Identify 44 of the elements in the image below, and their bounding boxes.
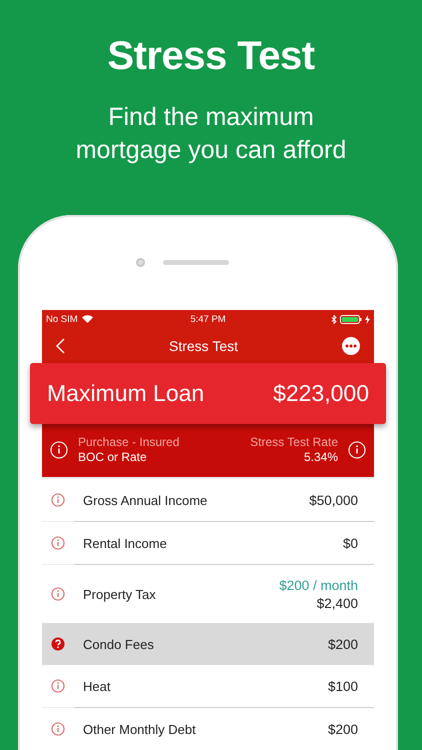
row-label: Rental Income — [83, 536, 168, 550]
row-label: Gross Annual Income — [83, 492, 208, 508]
input-row[interactable]: Other Monthly Debt $200 — [42, 708, 374, 750]
carrier-text: No SIM — [46, 314, 78, 324]
status-time: 5:47 PM — [190, 314, 226, 324]
more-icon[interactable] — [342, 336, 360, 354]
input-row[interactable]: Heat $100 — [42, 665, 374, 707]
speaker-grille — [162, 260, 228, 265]
info-icon[interactable] — [51, 536, 65, 550]
row-value: $2,400 — [316, 596, 358, 610]
info-icon[interactable] — [51, 679, 65, 693]
row-value: $50,000 — [309, 492, 358, 508]
info-icon[interactable] — [51, 493, 65, 507]
help-icon[interactable] — [51, 637, 65, 651]
subtitle: Find the maximum mortgage you can afford — [74, 102, 348, 166]
back-icon[interactable] — [56, 338, 65, 354]
rate-label: Stress Test Rate — [250, 435, 338, 449]
row-value: $0 — [342, 536, 358, 550]
monthly-amount: $200 / month — [279, 578, 358, 592]
row-label: Other Monthly Debt — [83, 722, 197, 736]
input-row[interactable]: Property Tax $200 / month $2,400 — [42, 565, 374, 623]
row-value: $200 — [328, 636, 358, 652]
bluetooth-icon — [331, 314, 338, 324]
row-value: $100 — [328, 678, 358, 694]
wifi-icon — [82, 315, 93, 323]
scenario-type: Purchase - Insured — [78, 435, 180, 449]
screen-title: Stress Test — [168, 338, 239, 354]
headline: Stress Test — [107, 34, 315, 79]
rate-basis: BOC or Rate — [78, 450, 148, 464]
row-label: Condo Fees — [83, 636, 155, 652]
camera-icon — [136, 258, 144, 267]
info-icon[interactable] — [51, 587, 65, 601]
row-label: Property Tax — [83, 586, 157, 602]
rate-value: 5.34% — [304, 450, 338, 464]
row-value: $200 — [328, 722, 358, 736]
input-row[interactable]: Gross Annual Income $50,000 — [42, 479, 374, 521]
input-row[interactable]: Rental Income $0 — [42, 522, 374, 564]
charging-icon — [365, 314, 370, 324]
battery-icon — [340, 314, 362, 324]
row-label: Heat — [83, 678, 112, 694]
result-value: $223,000 — [273, 380, 369, 407]
result-label: Maximum Loan — [47, 380, 204, 407]
info-icon[interactable] — [51, 722, 65, 736]
input-row[interactable]: Condo Fees $200 — [42, 623, 374, 665]
